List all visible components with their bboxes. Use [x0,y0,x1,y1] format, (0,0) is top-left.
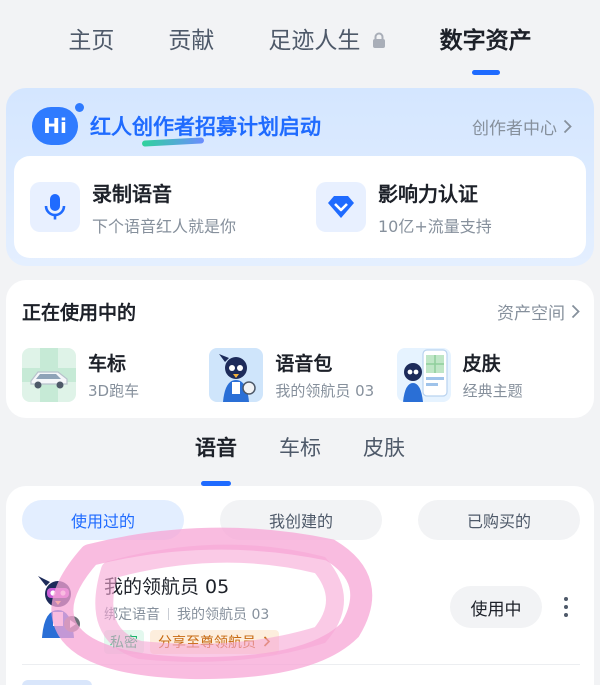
verified-shield-icon [316,182,366,232]
voice-item-meta: 绑定语音 我的领航员 03 [104,604,269,624]
chevron-right-icon [571,304,580,319]
record-voice-title: 录制语音 [92,181,172,206]
tab-skin-label: 皮肤 [363,436,405,460]
chevron-right-icon [563,119,572,133]
category-tab-bar: 语音 车标 皮肤 [0,432,600,476]
bound-voice-label: 绑定语音 [104,607,160,623]
in-use-header: 正在使用中的 资产空间 [22,298,580,325]
filter-used-label: 使用过的 [70,512,135,531]
tab-footprint[interactable]: 足迹人生 [268,21,385,63]
skin-theme-thumbnail [396,348,451,402]
filter-created[interactable]: 我创建的 [220,500,382,540]
in-use-title: 正在使用中的 [22,302,137,324]
record-voice-subtitle: 下个语音红人就是你 [92,216,237,236]
hi-logo-icon: Hi [32,103,84,145]
car-logo-title: 车标 [88,353,127,375]
voice-list-panel: 使用过的 我创建的 已购买的 我的领航员 05 绑定语音 我的领航员 03 私密… [6,486,594,685]
next-list-item-partial [22,680,92,685]
tab-footprint-label: 足迹人生 [268,28,361,54]
asset-space-label: 资产空间 [497,304,565,324]
asset-space-link[interactable]: 资产空间 [497,299,580,324]
filter-chips: 使用过的 我创建的 已购买的 [22,500,584,540]
influence-certification-feature[interactable]: 影响力认证 10亿+流量支持 [300,156,586,258]
tab-contribution[interactable]: 贡献 [168,21,214,63]
tab-digital-assets[interactable]: 数字资产 [440,21,532,63]
creator-header: Hi 红人创作者招募计划启动 创作者中心 [32,100,572,152]
chevron-right-icon [264,636,271,647]
creator-center-label: 创作者中心 [472,118,557,139]
microphone-icon [30,182,80,232]
car-thumbnail [22,348,76,402]
creator-recruit-card: Hi 红人创作者招募计划启动 创作者中心 录制语音 下个语音红人就是你 影响力认… [6,88,594,266]
share-badge-label: 分享至尊领航员 [158,635,256,651]
in-use-button[interactable]: 使用中 [450,586,542,628]
filter-purchased-label: 已购买的 [466,512,531,531]
row-divider [22,664,580,665]
top-tab-bar: 主页 贡献 足迹人生 数字资产 [0,0,600,84]
tab-home[interactable]: 主页 [68,21,114,63]
filter-created-label: 我创建的 [268,512,333,531]
in-use-items: 车标 3D跑车 语音包 我的领航员 03 皮肤 经典主题 [22,348,584,402]
lock-icon [372,32,385,48]
influence-title: 影响力认证 [378,181,478,206]
car-logo-subtitle: 3D跑车 [88,382,140,400]
creator-title-text: 红人创作者招募计划启动 [90,115,321,139]
private-badge: 私密 [104,630,144,654]
skin-subtitle: 经典主题 [462,382,523,400]
in-use-button-label: 使用中 [470,599,522,620]
meta-divider [168,608,169,620]
hi-logo-text: Hi [43,114,67,138]
voice-pack-subtitle: 我的领航员 03 [275,382,375,400]
list-item[interactable]: 我的领航员 05 绑定语音 我的领航员 03 私密 分享至尊领航员 使用中 [22,562,580,658]
tab-digital-assets-label: 数字资产 [439,28,532,54]
tab-car-logo[interactable]: 车标 [279,432,321,476]
voice-pack-title: 语音包 [275,353,333,375]
bound-voice-name: 我的领航员 03 [177,607,270,623]
more-options-icon[interactable] [558,592,574,622]
creator-feature-panel: 录制语音 下个语音红人就是你 影响力认证 10亿+流量支持 [14,156,586,258]
voice-character-thumbnail [209,348,264,402]
voice-item-title: 我的领航员 05 [104,576,230,598]
tab-home-label: 主页 [68,28,115,54]
voice-item-badges: 私密 分享至尊领航员 [104,630,280,654]
share-badge[interactable]: 分享至尊领航员 [150,630,280,654]
tab-voice[interactable]: 语音 [195,432,237,476]
tab-contribution-label: 贡献 [168,28,215,54]
influence-subtitle: 10亿+流量支持 [378,216,492,236]
tab-skin[interactable]: 皮肤 [363,432,405,476]
tab-voice-label: 语音 [195,436,237,460]
tab-car-logo-label: 车标 [279,436,321,460]
filter-purchased[interactable]: 已购买的 [418,500,580,540]
in-use-item-car-logo[interactable]: 车标 3D跑车 [22,348,209,402]
skin-title: 皮肤 [462,353,501,375]
record-voice-feature[interactable]: 录制语音 下个语音红人就是你 [14,156,300,258]
in-use-item-skin[interactable]: 皮肤 经典主题 [396,348,584,402]
filter-used[interactable]: 使用过的 [22,500,184,540]
creator-center-link[interactable]: 创作者中心 [472,114,572,139]
in-use-card: 正在使用中的 资产空间 车标 3D跑车 语音包 我的领航员 03 皮肤 经典主题 [6,280,594,418]
creator-title: 红人创作者招募计划启动 [90,111,321,147]
in-use-item-voice-pack[interactable]: 语音包 我的领航员 03 [209,348,396,402]
voice-avatar [28,574,88,642]
